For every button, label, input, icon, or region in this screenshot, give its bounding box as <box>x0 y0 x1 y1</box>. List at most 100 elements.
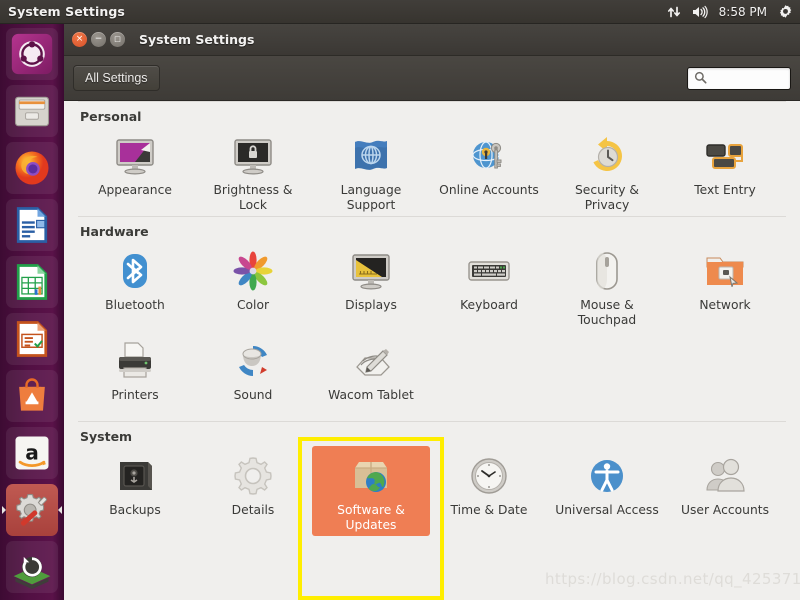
settings-item-appearance[interactable]: Appearance <box>76 126 194 216</box>
time-date-icon <box>465 452 513 500</box>
settings-item-sound[interactable]: Sound <box>194 331 312 421</box>
settings-item-label: Brightness & Lock <box>213 183 293 212</box>
section-hardware: Hardware Bluetooth Color Displays Keyboa… <box>64 216 800 421</box>
appearance-icon <box>111 132 159 180</box>
settings-item-time-date[interactable]: Time & Date <box>430 446 548 536</box>
settings-item-wacom-tablet[interactable]: Wacom Tablet <box>312 331 430 421</box>
settings-item-mouse-touchpad[interactable]: Mouse & Touchpad <box>548 241 666 331</box>
settings-item-label: Appearance <box>98 183 172 197</box>
launcher-item-system-settings[interactable] <box>2 484 62 536</box>
security-privacy-icon <box>583 132 631 180</box>
settings-item-label: Mouse & Touchpad <box>577 298 637 327</box>
settings-item-label: Time & Date <box>450 503 528 517</box>
settings-content: Personal Appearance Brightness & Lock La… <box>64 101 800 600</box>
launcher-item-amazon[interactable]: a <box>6 427 58 479</box>
network-icon <box>701 247 749 295</box>
universal-access-icon <box>583 452 631 500</box>
search-input[interactable] <box>712 71 784 85</box>
settings-item-label: Language Support <box>340 183 402 212</box>
brightness-lock-icon <box>229 132 277 180</box>
settings-item-label: Details <box>231 503 275 517</box>
text-entry-icon <box>701 132 749 180</box>
top-panel: System Settings 8:58 PM <box>0 0 800 24</box>
close-icon: × <box>75 34 84 44</box>
language-support-icon <box>347 132 395 180</box>
keyboard-icon <box>465 247 513 295</box>
settings-item-bluetooth[interactable]: Bluetooth <box>76 241 194 331</box>
section-system: System Backups Details Software & Update… <box>64 421 800 536</box>
settings-item-backups[interactable]: Backups <box>76 446 194 536</box>
settings-item-label: Online Accounts <box>439 183 539 197</box>
online-accounts-icon <box>465 132 513 180</box>
section-title-personal: Personal <box>80 109 142 124</box>
settings-item-text-entry[interactable]: Text Entry <box>666 126 784 216</box>
settings-item-label: Backups <box>109 503 161 517</box>
search-box[interactable] <box>687 66 791 90</box>
settings-item-label: Universal Access <box>555 503 659 517</box>
window-maximize-button[interactable]: □ <box>110 32 125 47</box>
launcher-item-software-updater[interactable] <box>6 541 58 593</box>
displays-icon <box>347 247 395 295</box>
settings-item-security-privacy[interactable]: Security & Privacy <box>548 126 666 216</box>
backups-icon <box>111 452 159 500</box>
settings-item-label: Text Entry <box>694 183 756 197</box>
settings-item-keyboard[interactable]: Keyboard <box>430 241 548 331</box>
launcher-item-libreoffice-calc[interactable] <box>6 256 58 308</box>
desktop-screen: System Settings 8:58 PM a × − □ System S… <box>0 0 800 600</box>
settings-item-brightness-lock[interactable]: Brightness & Lock <box>194 126 312 216</box>
section-personal: Personal Appearance Brightness & Lock La… <box>64 101 800 216</box>
settings-grid-hardware: Bluetooth Color Displays Keyboard Mouse … <box>74 241 790 421</box>
panel-indicators: 8:58 PM <box>667 4 800 19</box>
mouse-touchpad-icon <box>583 247 631 295</box>
launcher-item-libreoffice-impress[interactable] <box>6 313 58 365</box>
network-transfer-icon[interactable] <box>667 5 681 19</box>
all-settings-button[interactable]: All Settings <box>73 65 160 91</box>
settings-item-network[interactable]: Network <box>666 241 784 331</box>
settings-item-user-accounts[interactable]: User Accounts <box>666 446 784 536</box>
settings-item-printers[interactable]: Printers <box>76 331 194 421</box>
settings-item-label: Color <box>236 298 270 312</box>
settings-item-universal-access[interactable]: Universal Access <box>548 446 666 536</box>
maximize-icon: □ <box>114 35 121 43</box>
system-settings-window: × − □ System Settings All Settings Perso… <box>64 24 800 600</box>
settings-item-software-updates[interactable]: Software & Updates <box>312 446 430 536</box>
settings-item-label: User Accounts <box>681 503 769 517</box>
session-gear-icon[interactable] <box>778 4 793 19</box>
panel-clock[interactable]: 8:58 PM <box>719 5 767 19</box>
unity-launcher: a <box>0 24 64 600</box>
launcher-item-ubuntu-dash[interactable] <box>6 28 58 80</box>
bluetooth-icon <box>111 247 159 295</box>
wacom-tablet-icon <box>347 337 395 385</box>
search-icon <box>694 69 707 88</box>
launcher-item-ubuntu-software[interactable] <box>6 370 58 422</box>
details-icon <box>229 452 277 500</box>
window-titlebar: × − □ System Settings <box>64 24 800 56</box>
volume-icon[interactable] <box>692 5 708 19</box>
settings-item-language-support[interactable]: Language Support <box>312 126 430 216</box>
color-icon <box>229 247 277 295</box>
software-updates-icon <box>347 452 395 500</box>
settings-item-online-accounts[interactable]: Online Accounts <box>430 126 548 216</box>
settings-item-label: Bluetooth <box>105 298 165 312</box>
sound-icon <box>229 337 277 385</box>
launcher-item-libreoffice-writer[interactable] <box>6 199 58 251</box>
settings-item-label: Printers <box>111 388 159 402</box>
panel-app-title[interactable]: System Settings <box>8 4 125 19</box>
user-accounts-icon <box>701 452 749 500</box>
settings-grid-system: Backups Details Software & Updates Time … <box>74 446 790 536</box>
window-minimize-button[interactable]: − <box>91 32 106 47</box>
section-title-system: System <box>80 429 133 444</box>
svg-text:a: a <box>25 440 39 464</box>
window-close-button[interactable]: × <box>72 32 87 47</box>
settings-item-label: Wacom Tablet <box>328 388 414 402</box>
settings-item-details[interactable]: Details <box>194 446 312 536</box>
settings-item-displays[interactable]: Displays <box>312 241 430 331</box>
settings-item-label: Network <box>699 298 751 312</box>
launcher-item-files[interactable] <box>6 85 58 137</box>
settings-item-color[interactable]: Color <box>194 241 312 331</box>
launcher-item-firefox[interactable] <box>6 142 58 194</box>
settings-item-label: Security & Privacy <box>575 183 639 212</box>
settings-grid-personal: Appearance Brightness & Lock Language Su… <box>74 126 790 216</box>
section-title-hardware: Hardware <box>80 224 149 239</box>
settings-item-label: Displays <box>345 298 397 312</box>
